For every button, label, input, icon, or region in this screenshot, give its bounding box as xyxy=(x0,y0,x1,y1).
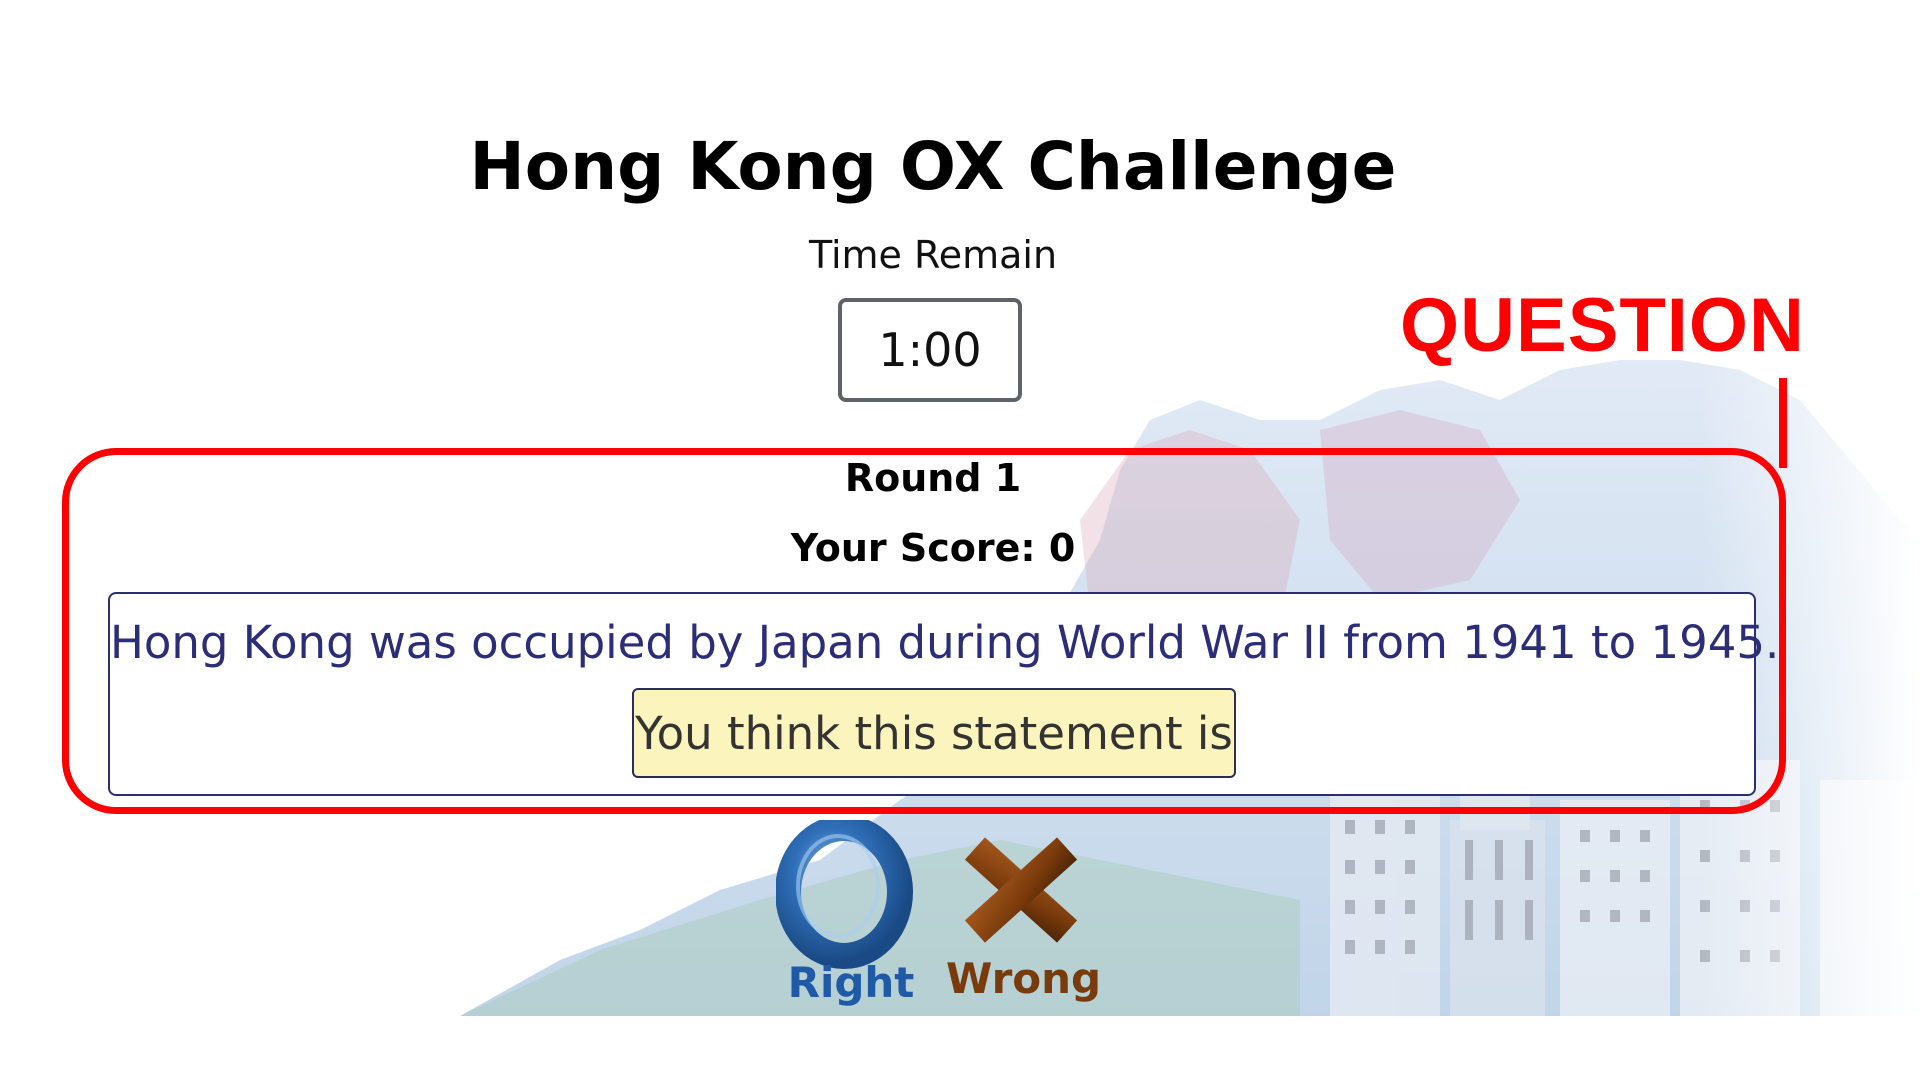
annotation-connector-line xyxy=(1779,378,1787,468)
wrong-answer-button[interactable]: Wrong xyxy=(946,820,1102,1020)
wrong-label: Wrong xyxy=(946,954,1102,1003)
countdown-timer: 1:00 xyxy=(838,298,1022,402)
o-ring-icon xyxy=(776,820,913,969)
question-panel: Hong Kong was occupied by Japan during W… xyxy=(108,592,1780,796)
round-indicator: Round 1 xyxy=(844,456,1022,500)
right-answer-button[interactable]: Right xyxy=(776,820,926,1020)
game-screen: Hong Kong OX Challenge Time Remain 1:00 … xyxy=(0,0,1920,1080)
page-title: Hong Kong OX Challenge xyxy=(469,128,1397,205)
annotation-question-label: QUESTION xyxy=(1400,283,1805,368)
score-display: Your Score: 0 xyxy=(790,526,1076,570)
answer-prompt: You think this statement is xyxy=(632,688,1236,778)
time-remain-label: Time Remain xyxy=(808,233,1058,277)
right-label: Right xyxy=(787,958,915,1007)
x-cross-icon xyxy=(964,837,1078,943)
question-statement: Hong Kong was occupied by Japan during W… xyxy=(110,616,1780,669)
